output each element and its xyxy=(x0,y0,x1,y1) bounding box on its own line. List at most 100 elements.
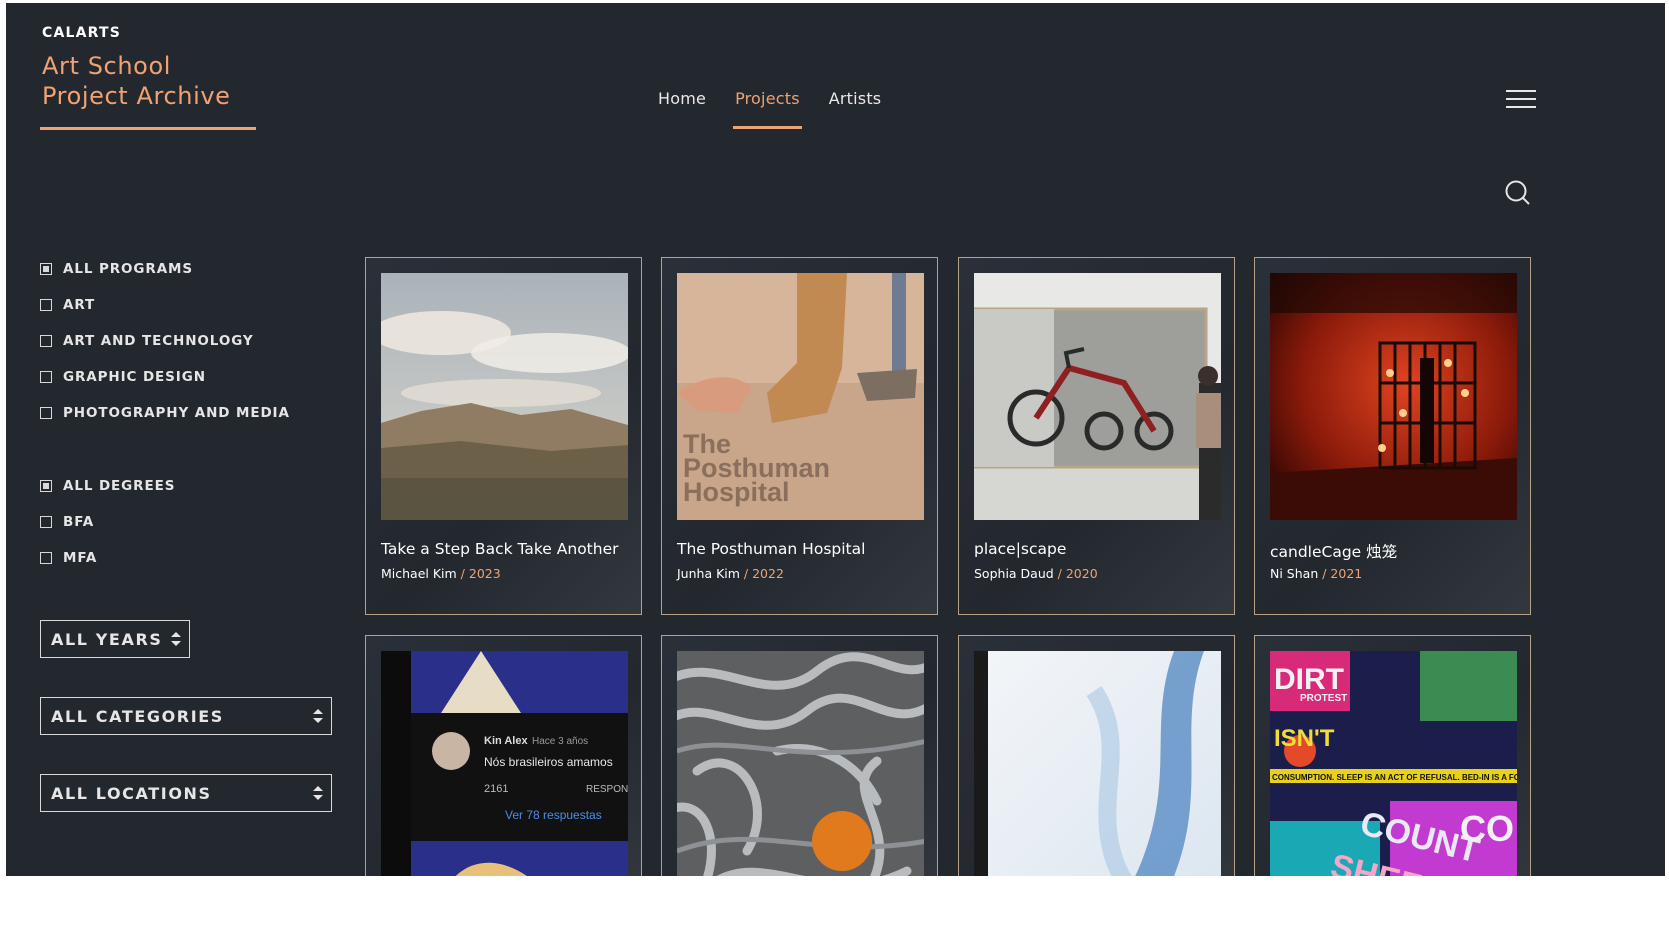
years-select[interactable]: ALL YEARS xyxy=(40,620,190,658)
select-arrows-icon xyxy=(313,709,323,723)
project-thumbnail: The Posthuman Hospital xyxy=(677,273,924,520)
thumb-like-count: 2161 xyxy=(484,783,508,795)
checkbox[interactable] xyxy=(40,371,52,383)
thumb-comment-time: Hace 3 años xyxy=(532,736,588,747)
project-year: 2020 xyxy=(1065,566,1098,581)
hamburger-line xyxy=(1506,90,1536,92)
meta-separator: / xyxy=(1053,566,1066,581)
thumb-text: CONSUMPTION. SLEEP IS AN ACT OF REFUSAL.… xyxy=(1272,773,1517,782)
filter-label: ALL PROGRAMS xyxy=(63,261,193,277)
project-meta: Michael Kim / 2023 xyxy=(381,566,501,581)
meta-separator: / xyxy=(1318,566,1331,581)
brand-title: Art School Project Archive xyxy=(42,51,231,111)
filter-graphic-design[interactable]: GRAPHIC DESIGN xyxy=(40,359,290,395)
project-meta: Sophia Daud / 2020 xyxy=(974,566,1098,581)
nav-home[interactable]: Home xyxy=(658,89,706,108)
nav-artists[interactable]: Artists xyxy=(829,89,882,108)
thumb-text: Hospital xyxy=(683,477,790,507)
checkbox[interactable] xyxy=(40,263,52,275)
select-arrows-icon xyxy=(171,632,181,646)
meta-separator: / xyxy=(739,566,753,581)
project-card[interactable]: Take a Step Back Take Another Michael Ki… xyxy=(365,257,642,615)
thumb-comment-text: Nós brasileiros amamos xyxy=(484,755,613,769)
project-card[interactable] xyxy=(958,635,1235,876)
project-meta: Junha Kim / 2022 xyxy=(677,566,784,581)
hamburger-line xyxy=(1506,98,1536,100)
project-card[interactable]: The Posthuman Hospital The Posthuman Hos… xyxy=(661,257,938,615)
project-year: 2023 xyxy=(468,566,501,581)
filter-label: GRAPHIC DESIGN xyxy=(63,369,206,385)
brand-kicker: CALARTS xyxy=(42,25,122,41)
project-thumbnail xyxy=(677,651,924,876)
search-icon[interactable] xyxy=(1504,179,1532,207)
filter-label: ALL DEGREES xyxy=(63,478,176,494)
checkbox[interactable] xyxy=(40,407,52,419)
brand[interactable]: CALARTS Art School Project Archive xyxy=(42,25,231,111)
checkbox[interactable] xyxy=(40,335,52,347)
select-arrows-icon xyxy=(313,786,323,800)
thumb-reply: RESPONDER xyxy=(586,784,628,795)
categories-select[interactable]: ALL CATEGORIES xyxy=(40,697,332,735)
hamburger-icon[interactable] xyxy=(1506,90,1536,112)
checkbox[interactable] xyxy=(40,299,52,311)
filter-label: PHOTOGRAPHY AND MEDIA xyxy=(63,405,290,421)
project-artist[interactable]: Sophia Daud xyxy=(974,566,1054,581)
project-title: Take a Step Back Take Another xyxy=(381,540,619,558)
filter-photography-and-media[interactable]: PHOTOGRAPHY AND MEDIA xyxy=(40,395,290,431)
project-thumbnail: Kin Alex Hace 3 años Nós brasileiros ama… xyxy=(381,651,628,876)
meta-separator: / xyxy=(456,566,469,581)
project-thumbnail xyxy=(974,273,1221,520)
project-thumbnail xyxy=(1270,273,1517,520)
brand-title-line2: Project Archive xyxy=(42,82,231,110)
years-select-value: ALL YEARS xyxy=(51,629,163,649)
nav-projects[interactable]: Projects xyxy=(733,89,802,129)
filter-art-and-technology[interactable]: ART AND TECHNOLOGY xyxy=(40,323,290,359)
program-filters: ALL PROGRAMS ART ART AND TECHNOLOGY GRAP… xyxy=(40,251,290,431)
filter-all-degrees[interactable]: ALL DEGREES xyxy=(40,468,175,504)
hamburger-line xyxy=(1506,106,1536,108)
project-artist[interactable]: Junha Kim xyxy=(677,566,740,581)
project-card[interactable] xyxy=(661,635,938,876)
project-thumbnail xyxy=(974,651,1221,876)
filter-label: BFA xyxy=(63,514,95,530)
checkbox[interactable] xyxy=(40,552,52,564)
locations-select[interactable]: ALL LOCATIONS xyxy=(40,774,332,812)
brand-title-line1: Art School xyxy=(42,52,171,80)
filter-label: ART xyxy=(63,297,96,313)
brand-underline xyxy=(40,127,256,130)
thumb-text: ISN'T xyxy=(1274,725,1335,752)
filter-label: ART AND TECHNOLOGY xyxy=(63,333,254,349)
project-card[interactable]: candleCage 烛笼 Ni Shan / 2021 xyxy=(1254,257,1531,615)
project-card[interactable]: DIRT PROTEST ISN'T CONSUMPTION. SLEEP IS… xyxy=(1254,635,1531,876)
project-title: candleCage 烛笼 xyxy=(1270,543,1398,561)
checkbox[interactable] xyxy=(40,516,52,528)
locations-select-value: ALL LOCATIONS xyxy=(51,783,212,803)
checkbox[interactable] xyxy=(40,480,52,492)
degree-filters: ALL DEGREES BFA MFA xyxy=(40,468,175,576)
search-icon-graphic xyxy=(1505,180,1530,205)
project-meta: Ni Shan / 2021 xyxy=(1270,566,1362,581)
categories-select-value: ALL CATEGORIES xyxy=(51,706,224,726)
project-year: 2022 xyxy=(752,566,784,581)
main-nav: Home Projects Artists xyxy=(658,89,910,129)
project-year: 2021 xyxy=(1330,566,1363,581)
app-window: CALARTS Art School Project Archive Home … xyxy=(6,3,1665,876)
project-title: The Posthuman Hospital xyxy=(677,540,866,558)
project-artist[interactable]: Michael Kim xyxy=(381,566,457,581)
project-thumbnail: DIRT PROTEST ISN'T CONSUMPTION. SLEEP IS… xyxy=(1270,651,1517,876)
thumb-text: DIRT xyxy=(1274,663,1344,696)
filter-label: MFA xyxy=(63,550,98,566)
project-title: place|scape xyxy=(974,540,1067,558)
project-card[interactable]: place|scape Sophia Daud / 2020 xyxy=(958,257,1235,615)
filter-mfa[interactable]: MFA xyxy=(40,540,175,576)
thumb-text: PROTEST xyxy=(1300,693,1347,704)
project-thumbnail xyxy=(381,273,628,520)
thumb-text: CO xyxy=(1460,808,1514,849)
project-artist[interactable]: Ni Shan xyxy=(1270,566,1318,581)
filter-art[interactable]: ART xyxy=(40,287,290,323)
filter-all-programs[interactable]: ALL PROGRAMS xyxy=(40,251,290,287)
thumb-replies-link: Ver 78 respuestas xyxy=(505,808,602,822)
thumb-comment-user: Kin Alex xyxy=(484,735,528,747)
project-card[interactable]: Kin Alex Hace 3 años Nós brasileiros ama… xyxy=(365,635,642,876)
filter-bfa[interactable]: BFA xyxy=(40,504,175,540)
